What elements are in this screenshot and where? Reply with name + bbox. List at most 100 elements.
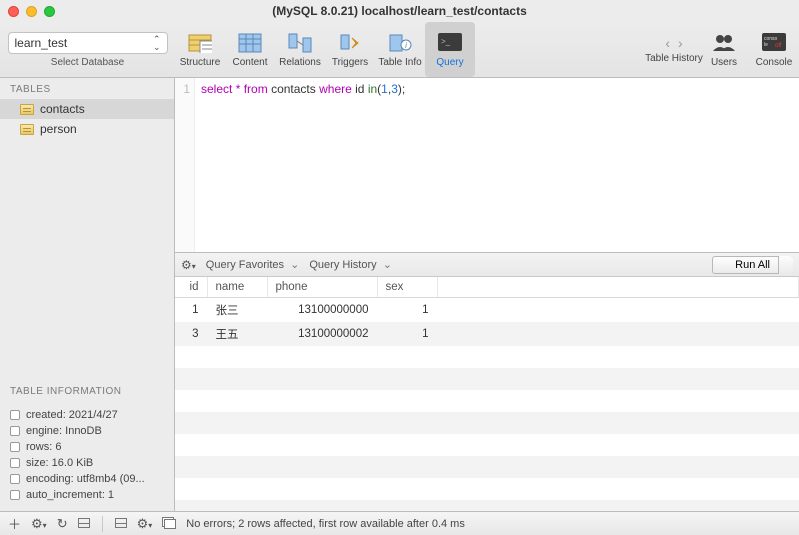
- console-button[interactable]: consoleoff Console: [749, 31, 799, 68]
- info-engine: engine: InnoDB: [10, 423, 164, 439]
- structure-icon: [186, 31, 214, 55]
- window-title: (MySQL 8.0.21) localhost/learn_test/cont…: [0, 4, 799, 18]
- tab-label: Users: [711, 57, 737, 68]
- checkbox-icon[interactable]: [10, 490, 20, 500]
- sidebar-item-person[interactable]: person: [0, 119, 174, 139]
- history-nav: ‹ › Table History: [649, 35, 699, 64]
- history-forward-button[interactable]: ›: [678, 35, 683, 51]
- minimize-window-button[interactable]: [26, 6, 37, 17]
- status-text: No errors; 2 rows affected, first row av…: [186, 518, 465, 530]
- database-selector-value: learn_test: [15, 36, 68, 50]
- query-toolbar: ⚙︎▾ Query Favorites ⌄ Query History ⌄ Ru…: [175, 253, 799, 277]
- titlebar: (MySQL 8.0.21) localhost/learn_test/cont…: [0, 0, 799, 22]
- table-name: person: [40, 122, 77, 136]
- tab-query[interactable]: >_ Query: [425, 22, 475, 77]
- tab-label: Table Info: [378, 57, 421, 68]
- updown-icon: ⌃⌄: [153, 35, 161, 51]
- tab-label: Content: [232, 57, 267, 68]
- add-button[interactable]: ＋: [8, 514, 21, 533]
- table-name: contacts: [40, 102, 85, 116]
- query-history-menu[interactable]: Query History ⌄: [309, 258, 392, 271]
- tab-tableinfo[interactable]: i Table Info: [375, 22, 425, 77]
- results-table: id name phone sex 1 张三 13100000000 1: [175, 277, 799, 511]
- window-controls: [8, 6, 55, 17]
- checkbox-icon[interactable]: [10, 458, 20, 468]
- relations-icon: [286, 31, 314, 55]
- status-bar: ＋ ⚙︎▾ ↻ ⚙︎▾ No errors; 2 rows affected, …: [0, 511, 799, 535]
- checkbox-icon[interactable]: [10, 474, 20, 484]
- checkbox-icon[interactable]: [10, 410, 20, 420]
- table-information: created: 2021/4/27 engine: InnoDB rows: …: [0, 401, 174, 511]
- sql-code[interactable]: select * from contacts where id in(1,3);: [195, 78, 411, 252]
- triggers-icon: [336, 31, 364, 55]
- tab-content[interactable]: Content: [225, 22, 275, 77]
- results-pane: id name phone sex 1 张三 13100000000 1: [175, 277, 799, 511]
- line-gutter: 1: [175, 78, 195, 252]
- tab-label: Structure: [180, 57, 221, 68]
- checkbox-icon[interactable]: [10, 426, 20, 436]
- sql-editor[interactable]: 1 select * from contacts where id in(1,3…: [175, 78, 799, 253]
- database-selector-label: Select Database: [51, 57, 124, 68]
- history-label: Table History: [645, 53, 703, 64]
- info-autoincrement: auto_increment: 1: [10, 487, 164, 503]
- tab-label: Triggers: [332, 57, 368, 68]
- svg-text:>_: >_: [441, 37, 451, 46]
- sidebar: TABLES contacts person TABLE INFORMATION…: [0, 78, 175, 511]
- users-button[interactable]: Users: [699, 31, 749, 68]
- settings-menu-button[interactable]: ⚙︎▾: [31, 516, 47, 532]
- users-icon: [710, 31, 738, 55]
- close-window-button[interactable]: [8, 6, 19, 17]
- tab-structure[interactable]: Structure: [175, 22, 225, 77]
- info-size: size: 16.0 KiB: [10, 455, 164, 471]
- toolbar-right: ‹ › Table History Users consoleoff Conso…: [649, 22, 799, 77]
- content-icon: [236, 31, 264, 55]
- tab-relations[interactable]: Relations: [275, 22, 325, 77]
- col-phone[interactable]: phone: [267, 277, 377, 298]
- tableinfo-icon: i: [386, 31, 414, 55]
- query-favorites-menu[interactable]: Query Favorites ⌄: [206, 258, 300, 271]
- col-sex[interactable]: sex: [377, 277, 437, 298]
- checkbox-icon[interactable]: [10, 442, 20, 452]
- table-icon: [20, 104, 34, 115]
- header-row: id name phone sex: [175, 277, 799, 298]
- content-pane: 1 select * from contacts where id in(1,3…: [175, 78, 799, 511]
- query-settings-button[interactable]: ⚙︎▾: [181, 258, 196, 272]
- main: TABLES contacts person TABLE INFORMATION…: [0, 78, 799, 511]
- chevron-down-icon: ⌄: [290, 259, 299, 271]
- tab-triggers[interactable]: Triggers: [325, 22, 375, 77]
- results-actions: ⚙︎▾: [115, 516, 175, 532]
- info-rows: rows: 6: [10, 439, 164, 455]
- refresh-button[interactable]: ↻: [57, 516, 68, 532]
- view-tabs: Structure Content Relations Triggers i T…: [175, 22, 475, 77]
- duplicate-button[interactable]: [162, 516, 174, 531]
- database-selector-group: learn_test ⌃⌄ Select Database: [0, 22, 175, 77]
- sidebar-actions: ＋ ⚙︎▾ ↻: [8, 514, 90, 533]
- col-spacer: [437, 277, 799, 298]
- sidebar-header-tables: TABLES: [0, 78, 174, 99]
- svg-text:off: off: [775, 43, 782, 49]
- chevron-down-icon: ⌄: [383, 259, 392, 271]
- svg-text:le: le: [764, 42, 768, 48]
- tab-label: Query: [436, 57, 463, 68]
- database-selector[interactable]: learn_test ⌃⌄: [8, 32, 168, 54]
- sidebar-item-contacts[interactable]: contacts: [0, 99, 174, 119]
- query-icon: >_: [436, 31, 464, 55]
- maximize-window-button[interactable]: [44, 6, 55, 17]
- col-name[interactable]: name: [207, 277, 267, 298]
- tab-label: Console: [756, 57, 793, 68]
- layout-button[interactable]: [115, 516, 127, 531]
- history-back-button[interactable]: ‹: [665, 35, 670, 51]
- info-created: created: 2021/4/27: [10, 407, 164, 423]
- results-settings-button[interactable]: ⚙︎▾: [137, 516, 153, 532]
- table-row[interactable]: 1 张三 13100000000 1: [175, 298, 799, 323]
- svg-text:i: i: [405, 41, 407, 50]
- console-icon: consoleoff: [760, 31, 788, 55]
- tables-list: contacts person: [0, 99, 174, 139]
- run-all-button[interactable]: Run All: [712, 256, 793, 274]
- col-id[interactable]: id: [175, 277, 207, 298]
- toolbar: learn_test ⌃⌄ Select Database Structure …: [0, 22, 799, 78]
- sidebar-header-info: TABLE INFORMATION: [0, 380, 174, 401]
- toggle-info-button[interactable]: [78, 516, 90, 531]
- table-icon: [20, 124, 34, 135]
- table-row[interactable]: 3 王五 13100000002 1: [175, 322, 799, 346]
